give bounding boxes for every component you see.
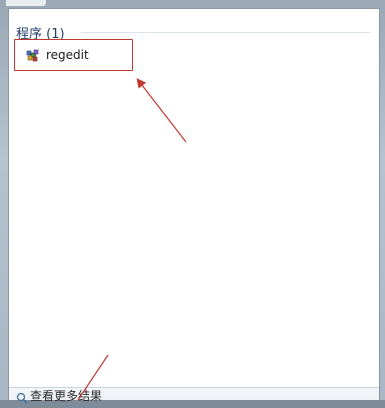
see-more-results-row[interactable]: 查看更多结果 xyxy=(9,387,379,404)
registry-editor-icon xyxy=(25,47,41,63)
window-top-edge xyxy=(6,0,46,6)
result-item-regedit[interactable]: regedit xyxy=(19,43,125,67)
programs-group-header: 程序 (1) xyxy=(16,27,65,42)
group-divider xyxy=(81,32,371,33)
start-menu-results-panel: 程序 (1) regedit 查看更多结果 xyxy=(8,8,380,404)
see-more-results-label: 查看更多结果 xyxy=(30,389,103,403)
search-icon xyxy=(16,389,28,404)
result-label: regedit xyxy=(46,48,89,62)
